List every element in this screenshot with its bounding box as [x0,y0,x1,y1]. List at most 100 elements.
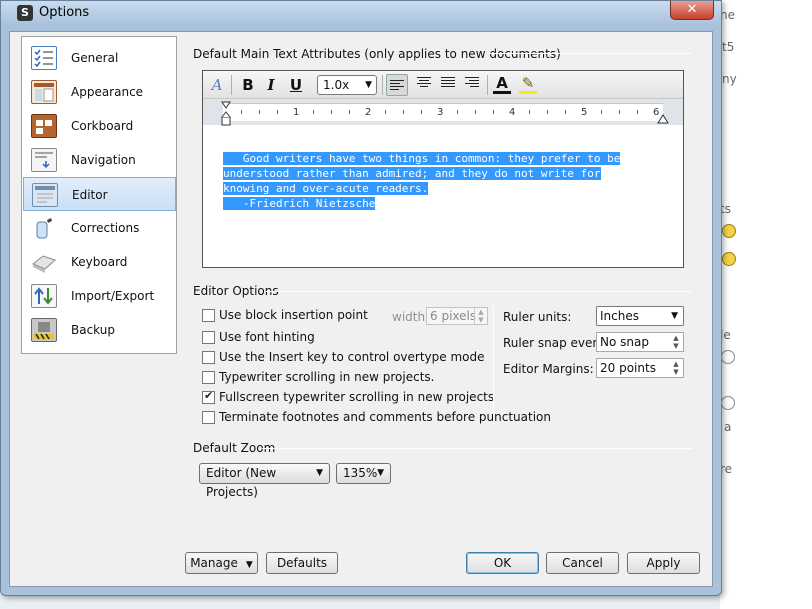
sample-text-line: Good writers have two things in common: … [223,152,621,165]
close-button[interactable]: ✕ [670,1,714,20]
align-center-icon[interactable] [417,77,431,89]
indent-marker-icon[interactable] [219,101,233,127]
block-insertion-checkbox[interactable] [202,309,215,322]
checkbox-label: Fullscreen typewriter scrolling in new p… [219,390,495,404]
ruler-tick [529,110,530,114]
ruler-tick [565,110,566,114]
background-text: ne [720,8,735,22]
terminate-footnotes-checkbox[interactable] [202,411,215,424]
ruler-tick [241,110,242,114]
ruler-tick [475,110,476,114]
ruler-tick [619,110,620,114]
ruler-number: 5 [581,107,588,118]
sidebar-item-navigation[interactable]: Navigation [23,143,176,177]
bold-button[interactable]: B [239,74,257,96]
vertical-divider [493,306,494,426]
highlight-icon[interactable]: ✎ [519,74,537,94]
checklist-icon [31,46,57,70]
apply-button[interactable]: Apply [627,552,700,574]
zoom-level-dropdown[interactable]: 135% ▼ [336,463,391,484]
sidebar-item-keyboard[interactable]: Keyboard [23,245,176,279]
sidebar-item-corkboard[interactable]: Corkboard [23,109,176,143]
chevron-down-icon: ▼ [671,311,678,321]
ruler-units-label: Ruler units: [503,310,572,324]
navigation-icon [31,148,57,172]
ruler-snap-field[interactable]: No snap ▲ ▼ [596,332,684,352]
sidebar-item-corrections[interactable]: Corrections [23,211,176,245]
text-color-icon[interactable]: A [493,74,511,94]
background-application: ne t5 ny ts le a re [720,0,812,609]
text-sample-editor[interactable]: A B I U 1.0x ▼ A ✎ 1 2 3 4 5 6 Good writ… [202,70,684,268]
chevron-down-icon: ▼ [245,560,253,570]
zoom-scope-dropdown[interactable]: Editor (New Projects) ▼ [199,463,330,499]
chevron-down-icon: ▼ [673,368,679,376]
editor-margins-label: Editor Margins: [503,362,594,376]
sidebar-item-label: Editor [72,188,108,202]
sidebar-item-general[interactable]: General [23,41,176,75]
window-title: Options [39,5,90,20]
underline-button[interactable]: U [287,74,305,96]
sidebar-item-label: Appearance [71,85,144,99]
checkbox-label: Use the Insert key to control overtype m… [219,350,485,364]
align-left-button[interactable] [386,74,408,96]
width-label: width: [392,310,430,324]
editor-margins-stepper[interactable]: ▲ ▼ [670,360,682,376]
title-bar[interactable]: S Options ✕ [1,1,721,25]
manage-button-label: Manage [190,556,238,570]
sidebar-item-backup[interactable]: Backup [23,313,176,347]
fullscreen-typewriter-checkbox[interactable] [202,389,215,404]
toolbar-separator [231,75,232,95]
chevron-up-icon: ▲ [673,360,679,368]
ruler-tick [349,110,350,114]
chevron-up-icon: ▲ [673,334,679,342]
scrivener-app-icon: S [17,5,33,21]
sample-quote-text: Good writers have two things in common: … [223,151,673,211]
text-style-icon[interactable]: A [209,74,225,96]
ruler[interactable]: 1 2 3 4 5 6 [203,99,683,127]
width-value: 6 pixels [430,309,477,323]
section-divider [490,53,692,54]
cancel-button[interactable]: Cancel [546,552,619,574]
background-text: t5 [722,40,735,54]
typewriter-scrolling-checkbox[interactable] [202,371,215,384]
circle-icon [721,396,735,410]
chevron-up-icon: ▲ [478,308,484,316]
background-text: a [724,420,732,434]
ruler-tick [331,110,332,114]
manage-button[interactable]: Manage ▼ [185,552,258,574]
width-stepper: ▲ ▼ [474,308,487,324]
italic-button[interactable]: I [263,74,279,96]
checkbox-label: Use font hinting [219,330,315,344]
corkboard-icon [31,114,57,138]
ruler-tick [385,110,386,114]
zoom-level-value: 135% [343,466,378,480]
align-right-icon[interactable] [465,77,479,89]
defaults-button[interactable]: Defaults [266,552,338,574]
sidebar-item-editor[interactable]: Editor [23,177,176,211]
ruler-tick [493,110,494,114]
ok-button[interactable]: OK [466,552,539,574]
insert-key-checkbox[interactable] [202,351,215,364]
sidebar-item-appearance[interactable]: Appearance [23,75,176,109]
ruler-tick [403,110,404,114]
ruler-snap-stepper[interactable]: ▲ ▼ [670,334,682,350]
align-justify-icon[interactable] [441,77,455,89]
sidebar-item-label: Corrections [71,221,140,235]
ruler-tick [421,110,422,114]
backup-icon [31,318,57,342]
ruler-number: 1 [293,107,300,118]
sample-text-line: understood rather than admired; and they… [223,167,601,180]
line-spacing-dropdown[interactable]: 1.0x ▼ [317,75,377,95]
sidebar-item-label: Keyboard [71,255,128,269]
font-hinting-checkbox[interactable] [202,331,215,344]
sidebar-item-label: General [71,51,119,65]
editor-margins-field[interactable]: 20 points ▲ ▼ [596,358,684,378]
chevron-down-icon: ▼ [673,342,679,350]
ruler-snap-label: Ruler snap every: [503,336,608,350]
chevron-down-icon: ▼ [478,316,484,324]
background-text: ny [722,72,737,86]
ruler-units-dropdown[interactable]: Inches ▼ [596,306,684,326]
sidebar-item-import-export[interactable]: Import/Export [23,279,176,313]
right-margin-marker-icon[interactable] [657,113,669,125]
ruler-tick [259,110,260,114]
